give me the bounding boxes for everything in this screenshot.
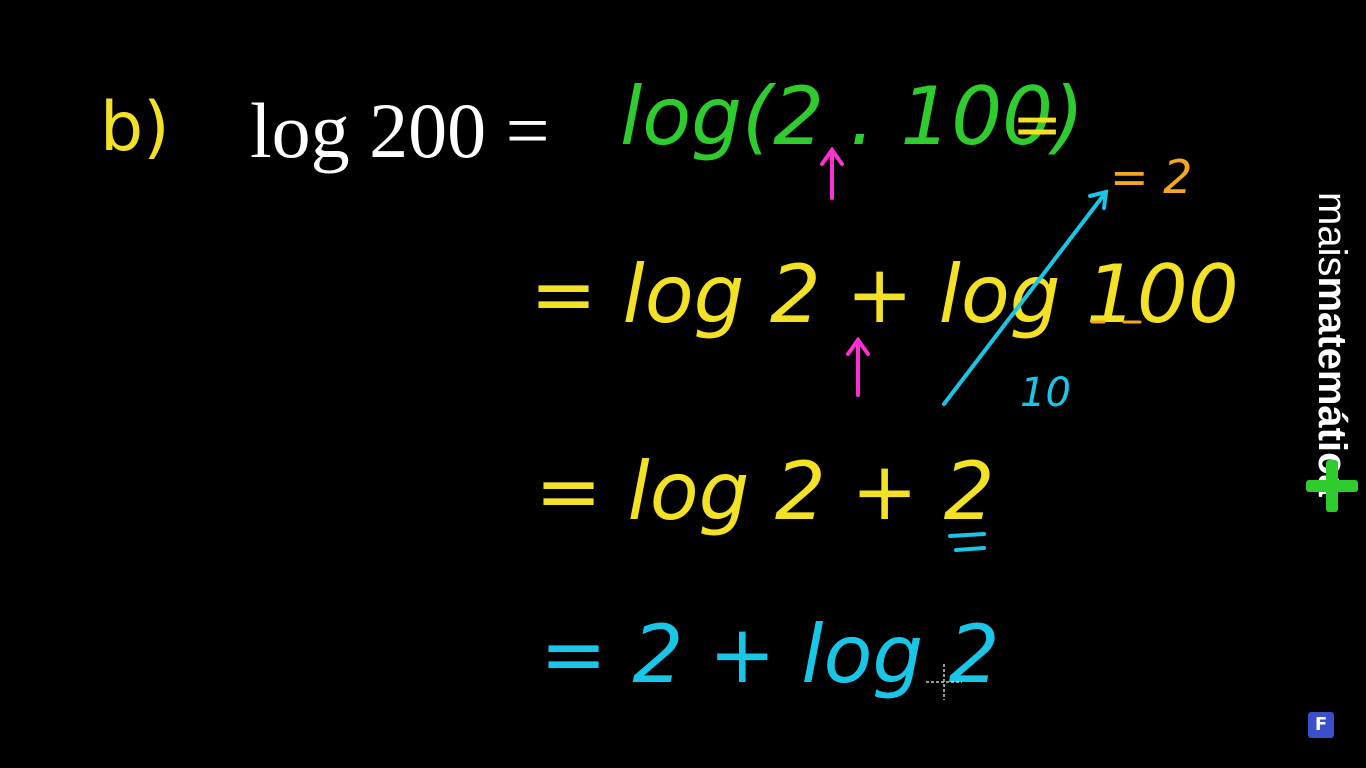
two-underline-icon [948,532,986,552]
multiply-arrow-icon [820,146,844,200]
crosshair-cursor-icon [926,664,962,700]
video-frame: b) log 200 = log(2 . 100) = = 2 = log 2 … [0,0,1366,768]
logo-text-light: mais [1310,192,1354,277]
plus-arrow-icon [846,336,870,397]
green-plus-icon [1306,460,1358,512]
channel-logo-text: maismatemática [1310,192,1354,497]
annotation-marks [820,146,1142,700]
corner-badge: F [1308,712,1334,738]
result-arrow-icon [942,189,1109,406]
